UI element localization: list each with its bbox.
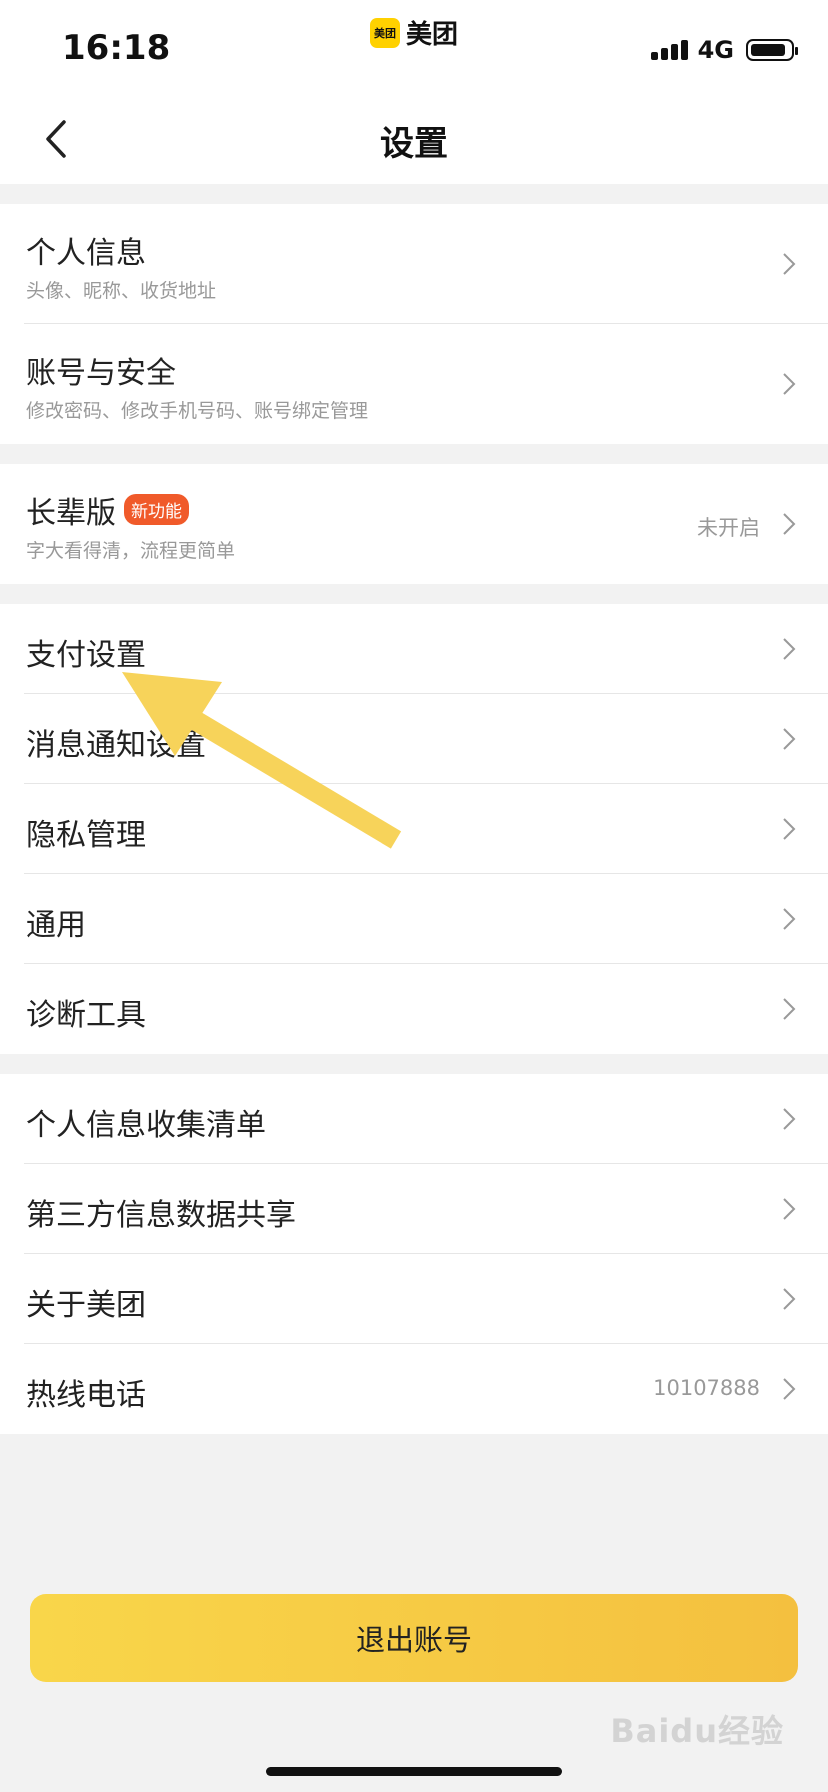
baidu-watermark: Baidu经验 bbox=[610, 1712, 784, 1750]
status-app-indicator: 美团 美团 bbox=[370, 14, 458, 51]
settings-item-privacy[interactable]: 隐私管理 bbox=[0, 784, 828, 874]
chevron-right-icon bbox=[783, 638, 796, 660]
meituan-logo-icon: 美团 bbox=[370, 17, 400, 48]
signal-icon bbox=[650, 40, 688, 60]
settings-item-general[interactable]: 通用 bbox=[0, 874, 828, 964]
status-bar: 16:18 美团 美团 4G bbox=[0, 0, 828, 96]
chevron-right-icon bbox=[783, 373, 796, 395]
item-subtitle: 头像、昵称、收货地址 bbox=[26, 280, 217, 302]
status-time: 16:18 bbox=[62, 28, 171, 68]
item-title: 诊断工具 bbox=[26, 998, 146, 1033]
status-app-name: 美团 bbox=[406, 20, 459, 50]
chevron-right-icon bbox=[783, 253, 796, 275]
settings-item-diagnostics[interactable]: 诊断工具 bbox=[0, 964, 828, 1054]
settings-group-general: 支付设置 消息通知设置 隐私管理 通用 诊断工具 bbox=[0, 604, 828, 1054]
chevron-right-icon bbox=[783, 728, 796, 750]
item-title: 第三方信息数据共享 bbox=[26, 1198, 296, 1233]
battery-icon bbox=[746, 39, 798, 61]
item-value: 10107888 bbox=[653, 1376, 760, 1400]
settings-group-account: 个人信息 头像、昵称、收货地址 账号与安全 修改密码、修改手机号码、账号绑定管理 bbox=[0, 204, 828, 444]
settings-item-about[interactable]: 关于美团 bbox=[0, 1254, 828, 1344]
item-title: 个人信息收集清单 bbox=[26, 1108, 266, 1143]
settings-item-third-party-sharing[interactable]: 第三方信息数据共享 bbox=[0, 1164, 828, 1254]
chevron-right-icon bbox=[783, 818, 796, 840]
item-value: 未开启 bbox=[697, 516, 760, 540]
settings-item-account-security[interactable]: 账号与安全 修改密码、修改手机号码、账号绑定管理 bbox=[0, 324, 828, 444]
settings-item-notifications[interactable]: 消息通知设置 bbox=[0, 694, 828, 784]
settings-item-hotline[interactable]: 热线电话 10107888 bbox=[0, 1344, 828, 1434]
item-title: 关于美团 bbox=[26, 1288, 146, 1323]
home-indicator bbox=[266, 1767, 562, 1776]
chevron-right-icon bbox=[783, 1288, 796, 1310]
network-label: 4G bbox=[697, 36, 734, 64]
logout-button[interactable]: 退出账号 bbox=[30, 1594, 798, 1682]
chevron-right-icon bbox=[783, 1108, 796, 1130]
item-title: 热线电话 bbox=[26, 1378, 146, 1413]
item-title: 长辈版 新功能 bbox=[26, 488, 189, 532]
item-title: 个人信息 bbox=[26, 236, 146, 271]
status-right: 4G bbox=[650, 36, 798, 64]
chevron-right-icon bbox=[783, 1198, 796, 1220]
settings-group-about: 个人信息收集清单 第三方信息数据共享 关于美团 热线电话 10107888 bbox=[0, 1074, 828, 1434]
nav-bar: 设置 bbox=[0, 96, 828, 184]
item-title: 账号与安全 bbox=[26, 356, 176, 391]
item-title: 通用 bbox=[26, 908, 86, 943]
page-title: 设置 bbox=[380, 124, 448, 164]
item-subtitle: 字大看得清，流程更简单 bbox=[26, 540, 236, 562]
item-title: 支付设置 bbox=[26, 638, 146, 673]
settings-item-personal-info[interactable]: 个人信息 头像、昵称、收货地址 bbox=[0, 204, 828, 324]
new-feature-badge: 新功能 bbox=[124, 494, 189, 525]
chevron-right-icon bbox=[783, 1378, 796, 1400]
settings-item-payment[interactable]: 支付设置 bbox=[0, 604, 828, 694]
settings-item-elder-mode[interactable]: 长辈版 新功能 字大看得清，流程更简单 未开启 bbox=[0, 464, 828, 584]
item-subtitle: 修改密码、修改手机号码、账号绑定管理 bbox=[26, 400, 369, 422]
chevron-right-icon bbox=[783, 998, 796, 1020]
item-title: 隐私管理 bbox=[26, 818, 146, 853]
chevron-right-icon bbox=[783, 908, 796, 930]
settings-group-elder: 长辈版 新功能 字大看得清，流程更简单 未开启 bbox=[0, 464, 828, 584]
chevron-right-icon bbox=[783, 513, 796, 535]
settings-item-info-collection-list[interactable]: 个人信息收集清单 bbox=[0, 1074, 828, 1164]
item-title: 消息通知设置 bbox=[26, 728, 206, 763]
